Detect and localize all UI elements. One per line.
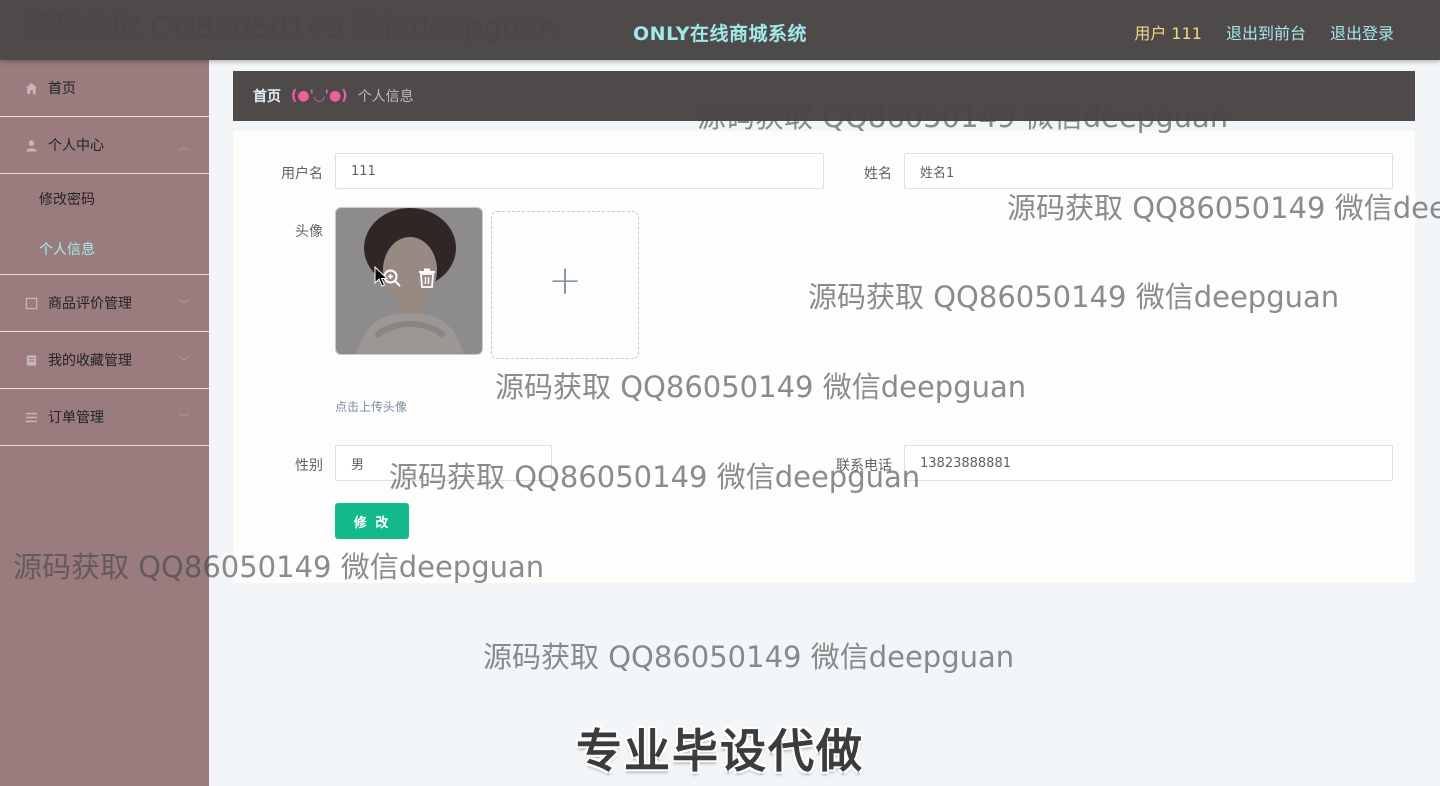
chevron-up-icon: ︿ [179,142,189,153]
sidebar-item-label: 我的收藏管理 [48,353,132,369]
star-icon [24,353,38,367]
breadcrumb-separator: (●'◡'●) [291,88,348,104]
sidebar-item-label: 商品评价管理 [48,296,132,312]
sidebar-item-personal-center[interactable]: 个人中心 ︿ [0,117,209,174]
avatar-label: 头像 [295,224,323,240]
sidebar-item-personal-info[interactable]: 个人信息 [0,224,209,274]
menu-icon [24,410,38,424]
watermark-text: 源码获取 QQ86050149 微信deepguan [483,640,1015,674]
header-actions: 用户 111 退出到前台 退出登录 [1134,20,1394,44]
user-icon [24,138,38,152]
name-label: 姓名 [864,166,892,182]
avatar-upload-box[interactable]: + [491,211,639,359]
name-field[interactable]: 姓名1 [904,153,1393,189]
sidebar-item-change-password[interactable]: 修改密码 [0,174,209,224]
sidebar-item-review-management[interactable]: 商品评价管理 ﹀ [0,275,209,332]
list-icon [24,296,38,310]
upload-avatar-tip[interactable]: 点击上传头像 [335,398,407,415]
back-to-frontend-link[interactable]: 退出到前台 [1226,20,1306,44]
delete-icon[interactable] [415,266,439,290]
breadcrumb-current: 个人信息 [357,89,414,105]
personal-center-submenu: 修改密码 个人信息 [0,174,209,275]
submit-edit-button[interactable]: 修 改 [335,503,409,539]
username-field[interactable]: 111 [335,153,824,189]
sidebar-item-label: 订单管理 [48,410,104,426]
home-icon [24,81,38,95]
current-user-label: 用户 111 [1134,24,1202,43]
avatar-thumbnail[interactable] [335,207,483,355]
promo-banner-text: 专业毕设代做 [576,724,864,778]
gender-select[interactable]: 男 [335,445,552,481]
chevron-down-icon: ﹀ [179,300,189,311]
sidebar-item-favorites-management[interactable]: 我的收藏管理 ﹀ [0,332,209,389]
phone-field[interactable]: 13823888881 [904,445,1393,481]
avatar-hover-overlay [336,208,482,354]
sidebar-item-order-management[interactable]: 订单管理 ﹀ [0,389,209,446]
personal-info-form: 用户名 111 姓名 姓名1 头像 + 点击上传头像 性别 男 联系电话 138… [233,131,1415,583]
sidebar: 首页 个人中心 ︿ 修改密码 个人信息 商品评价管理 ﹀ 我的收藏管理 ﹀ 订单… [0,60,209,786]
top-header: ONLY在线商城系统 用户 111 退出到前台 退出登录 [0,0,1440,60]
phone-label: 联系电话 [836,458,892,474]
sidebar-item-label: 首页 [48,81,76,97]
plus-icon: + [548,258,582,304]
username-label: 用户名 [281,166,323,182]
sidebar-item-label: 个人中心 [48,138,104,154]
mouse-cursor-icon [374,266,388,287]
breadcrumb: 首页 (●'◡'●) 个人信息 [233,71,1415,121]
chevron-down-icon: ﹀ [179,414,189,425]
chevron-down-icon: ﹀ [179,357,189,368]
sidebar-item-home[interactable]: 首页 [0,60,209,117]
breadcrumb-home[interactable]: 首页 [253,86,281,106]
logout-link[interactable]: 退出登录 [1330,20,1394,44]
gender-label: 性别 [295,458,323,474]
